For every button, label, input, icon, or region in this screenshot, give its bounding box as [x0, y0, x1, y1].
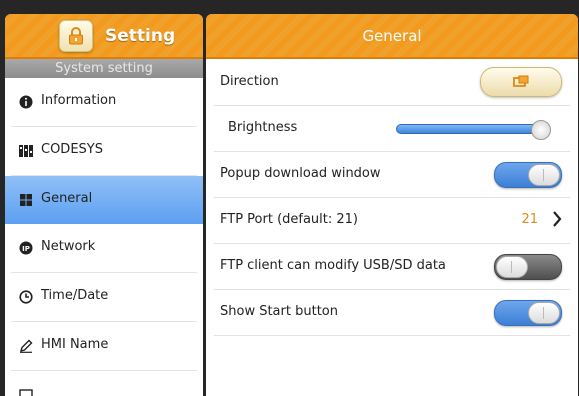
brightness-slider[interactable]: [396, 120, 564, 140]
sidebar-header-title: Setting: [105, 26, 176, 46]
ftp-client-label: FTP client can modify USB/SD data: [220, 258, 446, 273]
sidebar-item-label: HMI Name: [41, 337, 109, 352]
sidebar-header: Setting: [5, 14, 203, 59]
sidebar-item-label: Information: [41, 93, 117, 108]
ftp-port-label: FTP Port (default: 21): [220, 212, 359, 227]
info-icon: [19, 95, 33, 109]
panel-title: General: [362, 27, 422, 45]
clock-icon: [19, 290, 33, 304]
app-frame: Setting System setting Information CODES…: [0, 0, 579, 396]
brightness-row: Brightness: [214, 105, 570, 152]
start-button-row: Show Start button: [214, 289, 570, 336]
sidebar-item-network[interactable]: IP Network: [11, 224, 197, 273]
direction-label: Direction: [220, 74, 279, 89]
slider-track: [396, 124, 548, 134]
sidebar-item-information[interactable]: Information: [11, 78, 197, 127]
sidebar-item-label: Network: [41, 239, 96, 254]
lock-icon: [69, 27, 83, 45]
popup-download-label: Popup download window: [220, 166, 381, 181]
sidebar-item-partial[interactable]: [11, 371, 197, 396]
sidebar-item-label: Time/Date: [41, 288, 109, 303]
codesys-icon: [19, 145, 33, 157]
ftp-client-row: FTP client can modify USB/SD data: [214, 243, 570, 290]
sidebar-item-label: CODESYS: [41, 142, 103, 157]
panel-header: General: [206, 14, 578, 59]
ftp-port-row[interactable]: FTP Port (default: 21) 21: [214, 197, 570, 244]
direction-button[interactable]: [480, 67, 562, 97]
popup-download-toggle[interactable]: [494, 162, 562, 188]
setting-lock-button[interactable]: [59, 20, 93, 52]
monitor-icon: [19, 389, 33, 396]
ftp-port-value: 21: [521, 212, 538, 227]
settings-sidebar: Setting System setting Information CODES…: [5, 14, 203, 396]
chevron-right-icon: [553, 211, 562, 227]
start-button-label: Show Start button: [220, 304, 338, 319]
grid-icon: [20, 194, 32, 206]
sidebar-item-codesys[interactable]: CODESYS: [11, 127, 197, 176]
pencil-icon: [19, 339, 33, 353]
sidebar-menu: Information CODESYS General IP Network T…: [5, 78, 203, 396]
direction-row: Direction: [214, 59, 570, 106]
sidebar-item-general[interactable]: General: [5, 176, 203, 224]
ftp-client-toggle[interactable]: [494, 254, 562, 280]
brightness-label: Brightness: [228, 120, 298, 135]
start-button-toggle[interactable]: [494, 300, 562, 326]
sidebar-item-label: General: [41, 191, 93, 206]
section-title: System setting: [5, 59, 203, 78]
slider-knob[interactable]: [531, 120, 551, 140]
popup-download-row: Popup download window: [214, 151, 570, 198]
svg-text:IP: IP: [22, 245, 30, 253]
network-ip-icon: IP: [19, 241, 33, 255]
rotate-screen-icon: [513, 75, 529, 87]
sidebar-item-time-date[interactable]: Time/Date: [11, 273, 197, 322]
sidebar-item-hmi-name[interactable]: HMI Name: [11, 322, 197, 371]
general-panel: General Direction Brightness Popup downl…: [206, 14, 578, 396]
